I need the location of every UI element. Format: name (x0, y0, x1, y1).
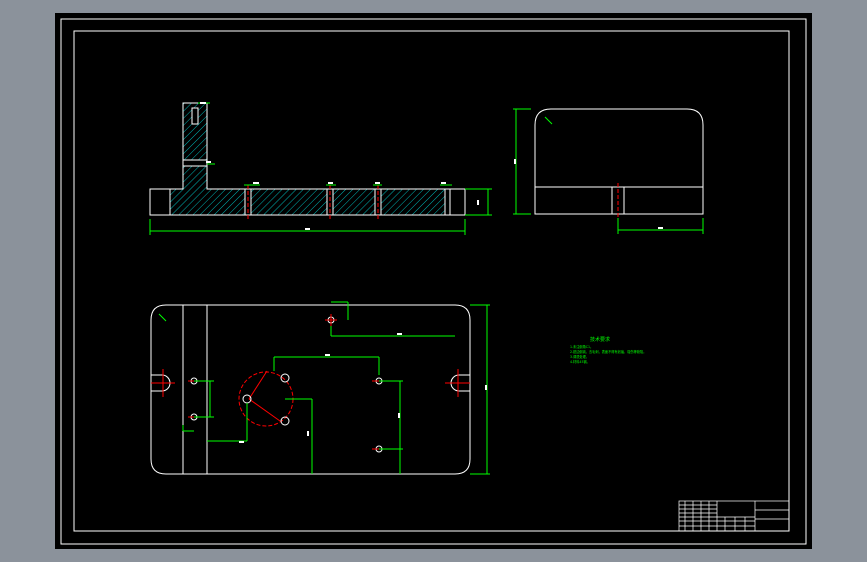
top-view (150, 301, 490, 475)
title-block (678, 500, 790, 532)
notes-line: 4.材料45钢。 (570, 359, 590, 364)
sheet-inner-border (73, 30, 790, 532)
front-section-view (149, 102, 492, 235)
technical-notes: 技术要求 1.未注倒角C1。 2.锐边倒钝，去毛刺，表面不得有划痕、碰伤等缺陷。… (570, 336, 646, 364)
cad-drawing-viewport[interactable]: 技术要求 1.未注倒角C1。 2.锐边倒钝，去毛刺，表面不得有划痕、碰伤等缺陷。… (55, 13, 812, 549)
notes-line: 2.锐边倒钝，去毛刺，表面不得有划痕、碰伤等缺陷。 (570, 349, 646, 354)
side-view (513, 108, 704, 234)
sheet-outer-border (60, 18, 807, 545)
notes-line: 3.调质处理。 (570, 354, 589, 359)
notes-line: 1.未注倒角C1。 (570, 344, 593, 349)
notes-title: 技术要求 (590, 336, 610, 343)
